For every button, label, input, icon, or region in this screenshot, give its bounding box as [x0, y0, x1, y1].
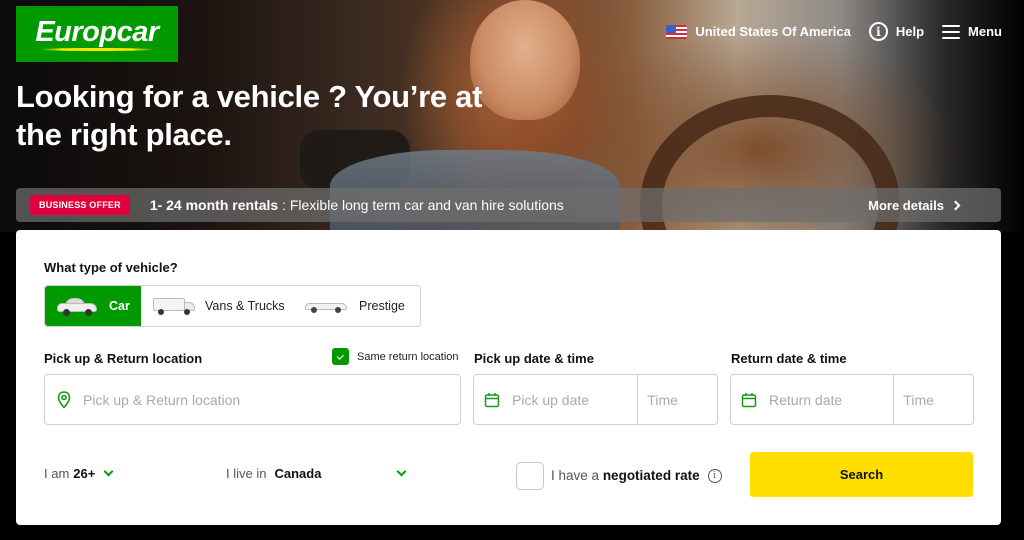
help-label: Help: [895, 24, 925, 39]
return-datetime-label: Return date & time: [731, 351, 847, 366]
chevron-right-icon: [950, 200, 961, 210]
return-date-input[interactable]: [769, 375, 889, 424]
convertible-icon: [305, 299, 347, 313]
return-time-input[interactable]: [903, 375, 970, 424]
age-prefix: I am: [44, 466, 70, 481]
negotiated-prefix: I have a: [551, 468, 600, 483]
pickup-time-input[interactable]: [647, 375, 714, 424]
pickup-date-input[interactable]: [512, 375, 632, 424]
vehicle-tab-prestige[interactable]: Prestige: [291, 286, 420, 326]
business-offer-badge: BUSINESS OFFER: [30, 195, 130, 215]
country-selector[interactable]: United States Of America: [666, 24, 851, 39]
offer-separator: :: [278, 197, 290, 213]
location-field: [44, 374, 461, 425]
page-headline: Looking for a vehicle ? You’re at the ri…: [16, 79, 483, 152]
help-link[interactable]: i Help: [868, 22, 925, 41]
negotiated-rate-label: I have a negotiated rate i: [551, 468, 722, 483]
menu-label: Menu: [968, 24, 1002, 39]
search-button[interactable]: Search: [750, 452, 973, 497]
business-offer-bar: BUSINESS OFFER 1- 24 month rentals : Fle…: [16, 188, 1001, 222]
booking-form: What type of vehicle? Car Vans & Trucks …: [16, 230, 1001, 525]
car-icon: [57, 297, 97, 316]
menu-button[interactable]: Menu: [942, 24, 1002, 39]
country-label: United States Of America: [695, 24, 851, 39]
residence-prefix: I live in: [226, 466, 267, 481]
chevron-down-icon: [103, 466, 114, 477]
europcar-logo[interactable]: Europcar: [16, 6, 178, 62]
location-input[interactable]: [83, 375, 443, 424]
vehicle-tab-car[interactable]: Car: [45, 286, 141, 326]
same-return-location-checkbox[interactable]: Same return location: [332, 348, 459, 365]
location-pin-icon: [57, 390, 71, 409]
more-details-link[interactable]: More details: [868, 188, 961, 222]
negotiated-rate-checkbox[interactable]: [516, 462, 544, 490]
pickup-datetime-label: Pick up date & time: [474, 351, 594, 366]
age-value: 26+: [73, 466, 96, 481]
location-label: Pick up & Return location: [44, 351, 203, 366]
vehicle-tab-prestige-label: Prestige: [359, 299, 405, 313]
van-icon: [153, 297, 195, 315]
residence-value: Canada: [274, 466, 322, 481]
vehicle-type-selector: Car Vans & Trucks Prestige: [44, 285, 421, 327]
more-details-label: More details: [868, 197, 944, 213]
info-icon: i: [868, 22, 888, 41]
vehicle-tab-vans-trucks[interactable]: Vans & Trucks: [141, 286, 291, 326]
offer-text: 1- 24 month rentals : Flexible long term…: [150, 197, 564, 213]
chevron-down-icon: [397, 466, 407, 477]
logo-text: Europcar: [35, 16, 159, 48]
top-navigation: United States Of America i Help Menu: [666, 22, 1002, 41]
vehicle-tab-vans-label: Vans & Trucks: [205, 299, 285, 313]
offer-title: 1- 24 month rentals: [149, 197, 279, 213]
us-flag-icon: [666, 24, 688, 39]
residence-selector[interactable]: I live in Canada: [226, 466, 407, 481]
info-icon[interactable]: i: [707, 468, 722, 483]
vehicle-type-label: What type of vehicle?: [44, 260, 178, 275]
calendar-icon: [741, 392, 757, 407]
same-return-location-label: Same return location: [357, 350, 459, 363]
calendar-icon: [484, 392, 500, 407]
age-selector[interactable]: I am 26+: [44, 466, 114, 481]
pickup-datetime-field: [473, 374, 718, 425]
negotiated-bold: negotiated rate: [602, 468, 700, 483]
return-datetime-field: [730, 374, 974, 425]
checkbox-checked-icon: [332, 348, 349, 365]
offer-description: Flexible long term car and van hire solu…: [289, 197, 564, 213]
vehicle-tab-car-label: Car: [109, 299, 130, 313]
hamburger-icon: [942, 24, 961, 39]
logo-swoosh: [38, 48, 156, 51]
